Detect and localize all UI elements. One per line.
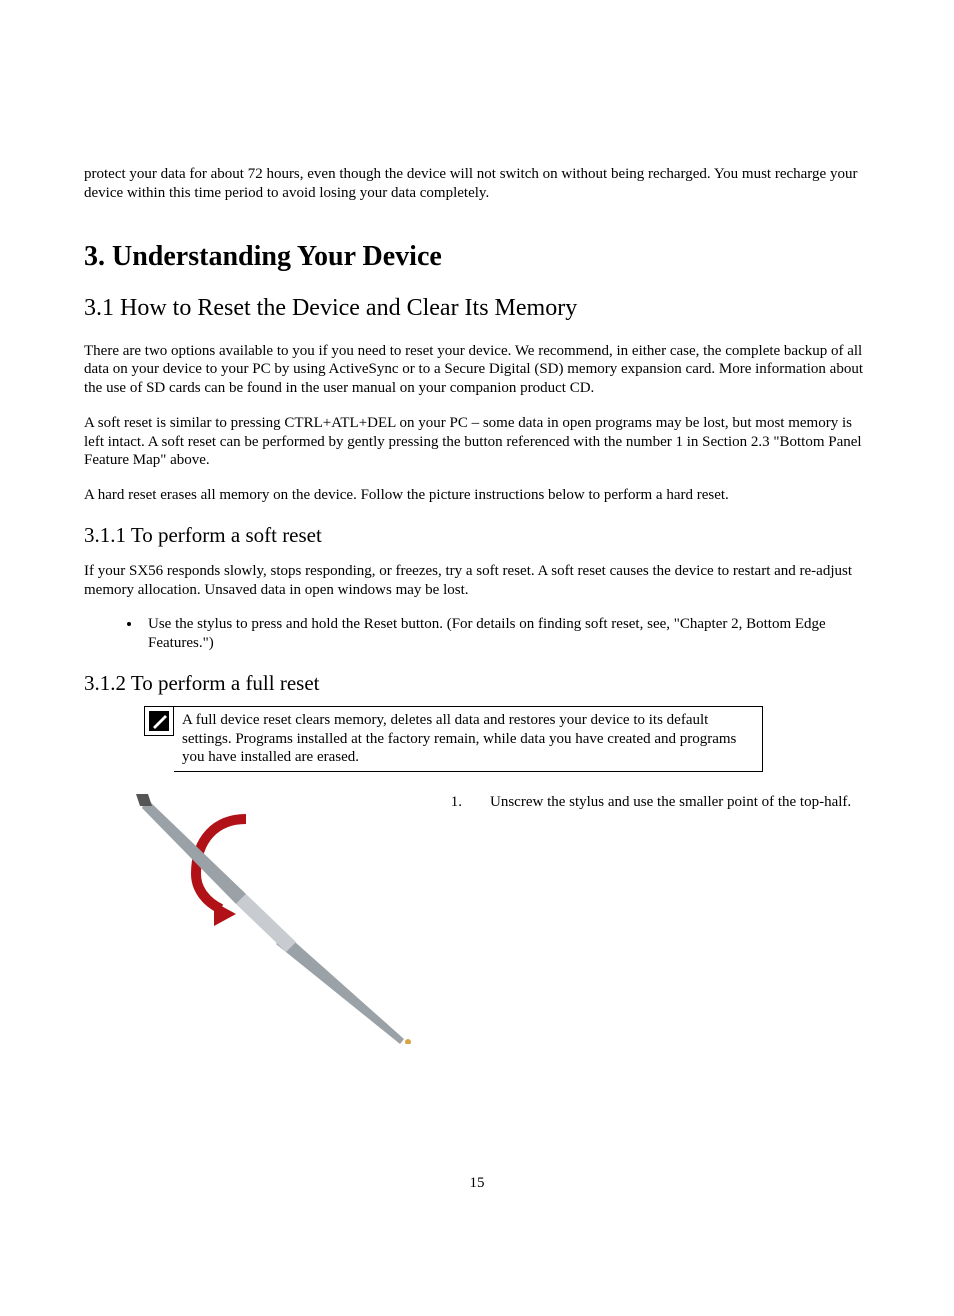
note-box: A full device reset clears memory, delet… bbox=[84, 706, 870, 772]
stylus-illustration bbox=[84, 794, 444, 1049]
subsection-heading: 3.1.2 To perform a full reset bbox=[84, 671, 870, 696]
subsection-heading: 3.1.1 To perform a soft reset bbox=[84, 523, 870, 548]
intro-paragraph: protect your data for about 72 hours, ev… bbox=[84, 165, 870, 203]
bullet-item: Use the stylus to press and hold the Res… bbox=[142, 615, 870, 653]
body-paragraph: If your SX56 responds slowly, stops resp… bbox=[84, 562, 870, 600]
pencil-icon bbox=[144, 706, 174, 736]
section-heading: 3.1 How to Reset the Device and Clear It… bbox=[84, 295, 870, 322]
note-text: A full device reset clears memory, delet… bbox=[174, 706, 763, 772]
body-paragraph: A soft reset is similar to pressing CTRL… bbox=[84, 414, 870, 470]
figure-row: 1. Unscrew the stylus and use the smalle… bbox=[84, 794, 870, 1049]
page-number: 15 bbox=[0, 1175, 954, 1192]
document-page: protect your data for about 72 hours, ev… bbox=[0, 0, 954, 1049]
step-number: 1. bbox=[444, 794, 462, 811]
chapter-heading: 3. Understanding Your Device bbox=[84, 241, 870, 273]
step-instruction: 1. Unscrew the stylus and use the smalle… bbox=[444, 794, 870, 811]
body-paragraph: A hard reset erases all memory on the de… bbox=[84, 486, 870, 505]
bullet-list: Use the stylus to press and hold the Res… bbox=[84, 615, 870, 653]
step-text: Unscrew the stylus and use the smaller p… bbox=[490, 794, 851, 811]
body-paragraph: There are two options available to you i… bbox=[84, 342, 870, 398]
